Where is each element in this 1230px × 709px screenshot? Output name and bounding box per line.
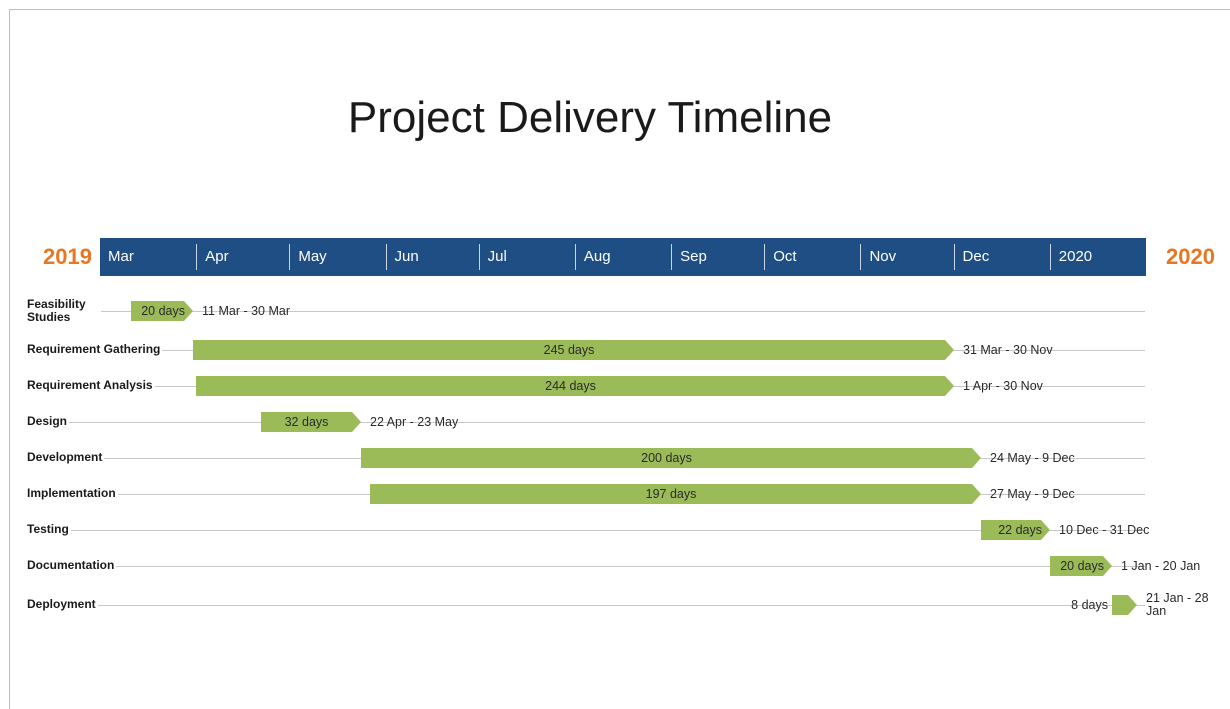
gantt-bars: 20 days 11 Mar - 30 Mar 245 days 31 Mar - 3… bbox=[131, 301, 1209, 618]
task-duration-label: 20 days bbox=[1060, 559, 1104, 573]
task-date-range-label: 11 Mar - 30 Mar bbox=[202, 304, 290, 318]
task-date-range-label: 31 Mar - 30 Nov bbox=[963, 343, 1053, 357]
task-date-range-label: 1 Jan - 20 Jan bbox=[1121, 559, 1200, 573]
task-duration-label: 245 days bbox=[544, 343, 595, 357]
task-date-range-label: 10 Dec - 31 Dec bbox=[1059, 523, 1149, 537]
task-date-range-label: 1 Apr - 30 Nov bbox=[963, 379, 1044, 393]
task-duration-label: 22 days bbox=[998, 523, 1042, 537]
task-date-range-label: 22 Apr - 23 May bbox=[370, 415, 459, 429]
task-duration-label: 32 days bbox=[285, 415, 329, 429]
task-duration-label: 197 days bbox=[646, 487, 697, 501]
task-duration-label: 200 days bbox=[641, 451, 692, 465]
task-date-range-label: 27 May - 9 Dec bbox=[990, 487, 1075, 501]
task-date-range-label: 21 Jan - 28 Jan bbox=[1146, 591, 1209, 618]
task-duration-label: 20 days bbox=[141, 304, 185, 318]
task-duration-label: 8 days bbox=[1071, 598, 1108, 612]
task-date-range-label: 24 May - 9 Dec bbox=[990, 451, 1075, 465]
task-duration-label: 244 days bbox=[545, 379, 596, 393]
task-bar bbox=[1112, 595, 1137, 615]
